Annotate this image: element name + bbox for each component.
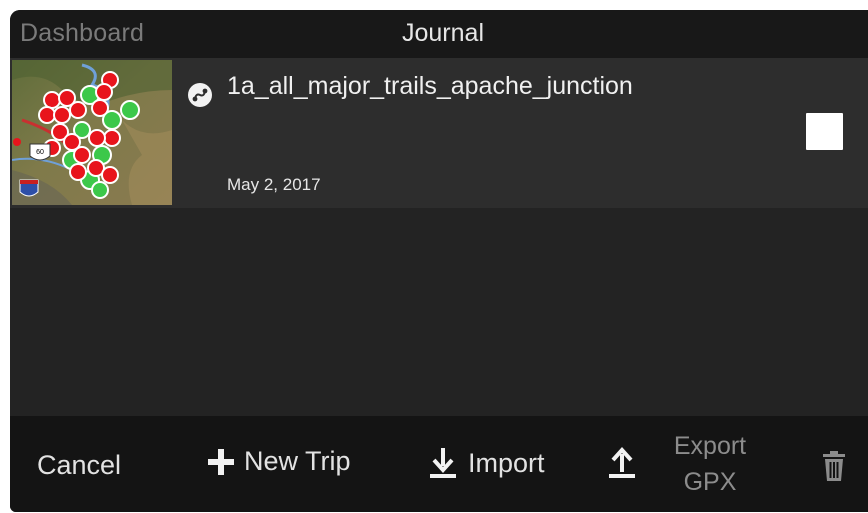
nav-bar: Dashboard Journal (10, 10, 868, 59)
highway-shield-icon: 60 (29, 143, 51, 161)
trip-date: May 2, 2017 (227, 175, 321, 194)
download-icon (428, 446, 458, 480)
import-button[interactable]: Import (428, 446, 545, 480)
journal-screen: Dashboard Journal 60 1a_all_major_trails… (10, 10, 868, 512)
trip-list-empty-area (10, 208, 868, 416)
trash-icon[interactable] (822, 450, 846, 482)
map-thumbnail-image: 60 (12, 60, 172, 205)
import-label: Import (468, 447, 545, 478)
new-trip-button[interactable]: New Trip (206, 446, 351, 477)
export-label-line1: Export (673, 432, 747, 460)
export-label-line2: GPX (683, 468, 737, 496)
cancel-button[interactable]: Cancel (37, 450, 121, 481)
svg-text:60: 60 (36, 149, 44, 156)
trip-list-item[interactable]: 60 1a_all_major_trails_apache_junction M… (10, 58, 868, 208)
plus-icon (206, 447, 236, 477)
export-gpx-button[interactable]: Export GPX (672, 428, 748, 500)
cancel-label: Cancel (37, 450, 122, 480)
trip-select-checkbox[interactable] (806, 113, 843, 150)
page-title: Journal (402, 19, 484, 47)
trip-name: 1a_all_major_trails_apache_junction (227, 72, 633, 100)
route-icon (187, 82, 213, 108)
bottom-toolbar: Cancel New Trip Import Export GPX (10, 416, 868, 512)
new-trip-label: New Trip (244, 446, 351, 476)
trip-map-thumbnail: 60 (12, 60, 172, 205)
upload-icon[interactable] (607, 446, 637, 480)
interstate-shield-icon (19, 179, 39, 197)
